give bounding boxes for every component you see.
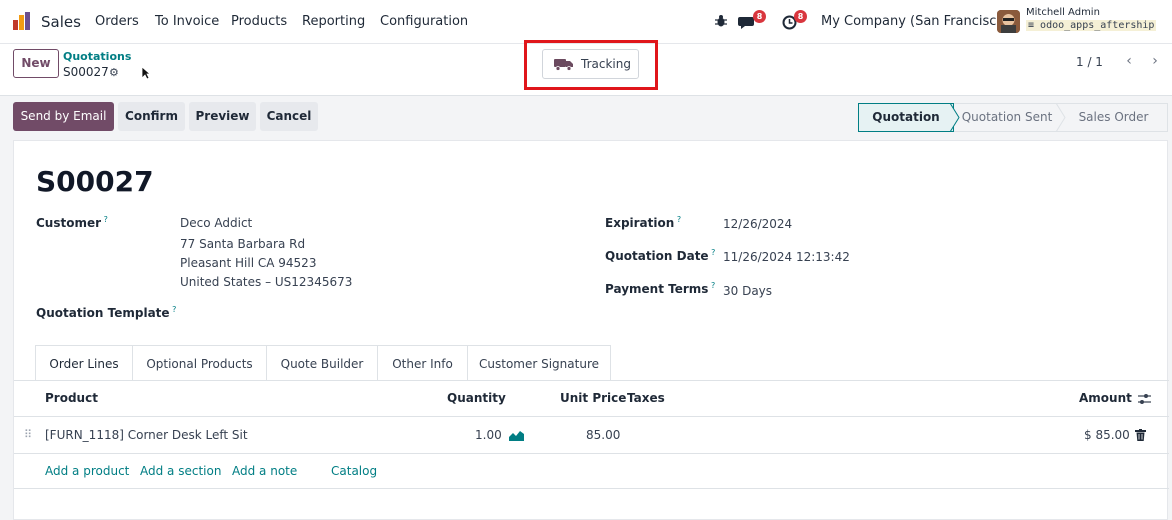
status-separator-icon [1056,103,1066,132]
help-icon[interactable]: ? [170,305,176,314]
column-settings-icon[interactable] [1138,393,1151,405]
row-unit-price[interactable]: 85.00 [586,428,620,442]
tab-order-lines[interactable]: Order Lines [35,345,133,381]
drag-handle-icon[interactable]: ⠿ [24,428,32,441]
row-divider [14,453,1169,454]
tab-quote-builder[interactable]: Quote Builder [267,345,378,381]
help-icon[interactable]: ? [709,248,715,257]
col-quantity[interactable]: Quantity [447,391,506,405]
quotation-date-label: Quotation Date ? [605,248,715,263]
send-by-email-button[interactable]: Send by Email [13,102,114,131]
gear-icon[interactable]: ⚙ [109,66,119,79]
col-product[interactable]: Product [45,391,98,405]
bug-icon[interactable] [714,14,728,28]
page-title: S00027 [36,165,154,198]
tab-optional-products[interactable]: Optional Products [133,345,267,381]
company-switcher[interactable]: My Company (San Francisco) [821,14,1009,29]
trash-icon[interactable] [1135,429,1146,441]
tab-other-info[interactable]: Other Info [378,345,468,381]
activities-button[interactable]: 8 [782,10,810,32]
confirm-button[interactable]: Confirm [118,102,185,131]
col-unit-price[interactable]: Unit Price [560,391,626,405]
form-sheet: S00027 Customer ? Deco Addict 77 Santa B… [13,140,1169,520]
menu-reporting[interactable]: Reporting [302,14,365,29]
payment-terms-label: Payment Terms ? [605,281,715,296]
customer-city: Pleasant Hill CA 94523 [180,256,317,270]
pager-value[interactable]: 1 / 1 [1076,55,1103,69]
status-quotation-sent[interactable]: Quotation Sent [954,103,1060,132]
row-amount: $ 85.00 [1084,428,1130,442]
quotation-template-label: Quotation Template ? [36,305,176,320]
row-quantity[interactable]: 1.00 [475,428,502,442]
chevron-right-icon[interactable]: › [1144,51,1166,73]
quotation-date-field[interactable]: 11/26/2024 12:13:42 [723,250,850,264]
tracking-label: Tracking [581,57,631,71]
customer-name[interactable]: Deco Addict [180,216,252,230]
add-product-link[interactable]: Add a product [45,464,129,478]
preview-button[interactable]: Preview [189,102,256,131]
customer-label: Customer ? [36,215,108,230]
help-icon[interactable]: ? [674,215,681,224]
quotation-date-label-text: Quotation Date [605,249,709,263]
col-taxes[interactable]: Taxes [627,391,665,405]
add-note-link[interactable]: Add a note [232,464,297,478]
status-sales-order[interactable]: Sales Order [1060,103,1168,132]
help-icon[interactable]: ? [101,215,108,224]
col-amount[interactable]: Amount [1079,391,1132,405]
status-bar: Quotation Quotation Sent Sales Order [858,103,1168,132]
messages-button[interactable]: 8 [738,10,766,32]
breadcrumb-quotations[interactable]: Quotations [63,50,131,63]
tab-customer-signature[interactable]: Customer Signature [468,345,611,381]
expiration-label-text: Expiration [605,216,675,230]
row-product[interactable]: [FURN_1118] Corner Desk Left Sit [45,428,248,442]
database-name: ≡ odoo_apps_aftership [1026,20,1157,31]
chevron-left-icon[interactable]: ‹ [1118,51,1140,73]
menu-products[interactable]: Products [231,14,287,29]
add-section-link[interactable]: Add a section [140,464,221,478]
payment-terms-label-text: Payment Terms [605,282,709,296]
customer-country: United States – US12345673 [180,275,353,289]
status-quotation[interactable]: Quotation [858,103,954,132]
quotation-template-label-text: Quotation Template [36,306,170,320]
table-row[interactable]: ⠿ [FURN_1118] Corner Desk Left Sit 1.00 … [14,417,1169,453]
help-icon[interactable]: ? [708,281,715,290]
catalog-link[interactable]: Catalog [331,464,377,478]
payment-terms-field[interactable]: 30 Days [723,284,772,298]
expiration-label: Expiration ? [605,215,681,230]
customer-label-text: Customer [36,216,102,230]
cancel-button[interactable]: Cancel [260,102,318,131]
tracking-button[interactable]: Tracking [542,49,639,79]
menu-orders[interactable]: Orders [95,14,139,29]
quotation-template-field[interactable] [180,301,560,321]
menu-configuration[interactable]: Configuration [380,14,468,29]
customer-street: 77 Santa Barbara Rd [180,237,306,251]
user-name[interactable]: Mitchell Admin [1026,7,1100,18]
top-navbar: Sales Orders To Invoice Products Reporti… [0,0,1172,44]
footer-divider [14,488,1169,489]
messages-badge: 8 [753,10,766,23]
forecast-chart-icon[interactable] [509,430,524,441]
new-button[interactable]: New [13,49,59,78]
truck-icon [554,59,573,71]
activities-badge: 8 [794,10,807,23]
menu-to-invoice[interactable]: To Invoice [155,14,219,29]
tabs-divider [14,380,1169,381]
avatar[interactable] [997,10,1020,33]
database-name-text: odoo_apps_aftership [1040,20,1155,31]
breadcrumb-current: S00027 [63,65,109,79]
expiration-field[interactable]: 12/26/2024 [723,217,792,231]
odoo-logo-icon[interactable] [12,11,32,31]
status-arrow-icon [950,103,960,132]
app-name[interactable]: Sales [41,13,81,31]
mouse-cursor-icon [141,66,151,80]
